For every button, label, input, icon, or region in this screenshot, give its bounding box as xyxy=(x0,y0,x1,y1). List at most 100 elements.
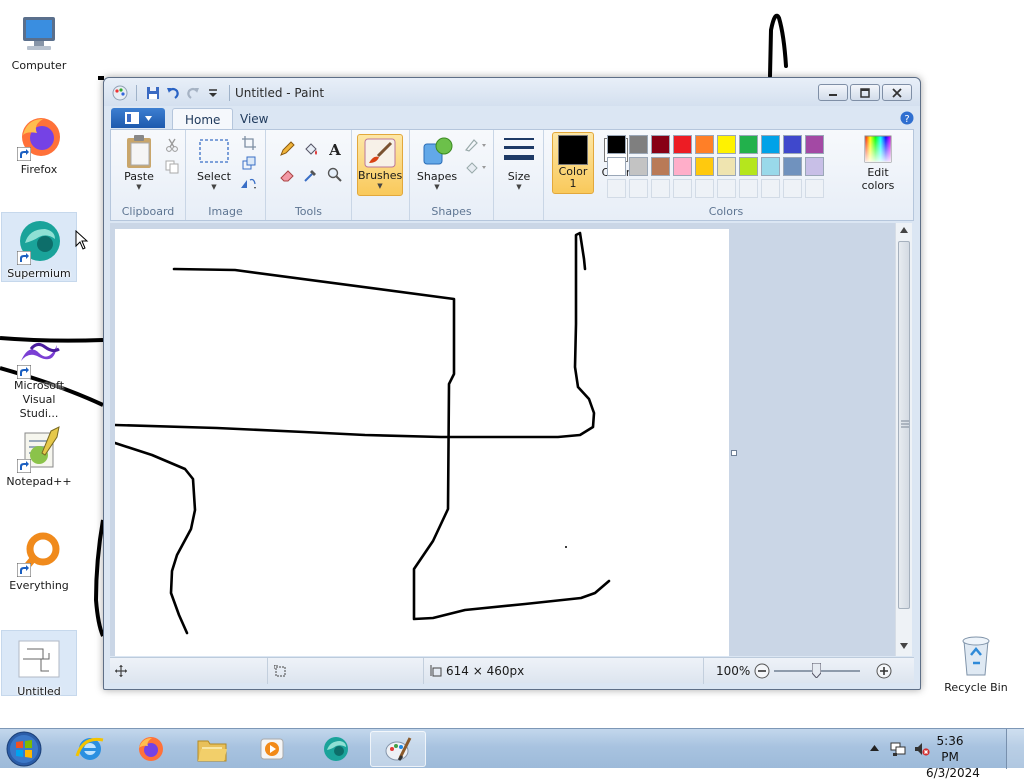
fill-button[interactable] xyxy=(300,138,322,160)
edit-colors-button[interactable]: Edit colors xyxy=(855,134,901,192)
rotate-button[interactable] xyxy=(238,172,260,194)
brushes-button[interactable]: Brushes ▼ xyxy=(357,134,403,196)
show-desktop-button[interactable] xyxy=(1006,729,1024,769)
desktop-icon-notepad-plus-plus[interactable]: Notepad++ xyxy=(1,420,77,490)
cut-button[interactable] xyxy=(161,134,183,156)
size-button[interactable]: Size ▼ xyxy=(500,134,538,191)
save-icon[interactable] xyxy=(145,85,161,101)
tab-home[interactable]: Home xyxy=(172,108,234,130)
palette-empty-slot[interactable] xyxy=(717,179,736,198)
paste-button[interactable]: Paste ▼ xyxy=(119,134,159,191)
scrollbar-thumb[interactable] xyxy=(898,241,910,609)
palette-swatch[interactable] xyxy=(805,157,824,176)
zoom-out-icon[interactable] xyxy=(754,663,770,679)
resize-button[interactable] xyxy=(238,152,260,174)
palette-empty-slot[interactable] xyxy=(673,179,692,198)
palette-swatch[interactable] xyxy=(783,135,802,154)
fill-shape-icon xyxy=(466,162,486,174)
status-zoom: 100% xyxy=(704,658,914,684)
palette-swatch[interactable] xyxy=(717,157,736,176)
desktop-icon-visual-studio[interactable]: Microsoft Visual Studi... xyxy=(1,326,77,422)
canvas-resize-handle[interactable] xyxy=(731,450,737,456)
palette-swatch[interactable] xyxy=(651,135,670,154)
grip-icon xyxy=(901,420,909,428)
taskbar-paint[interactable] xyxy=(370,731,426,767)
palette-swatch[interactable] xyxy=(607,135,626,154)
pencil-button[interactable] xyxy=(276,138,298,160)
zoom-slider-thumb[interactable] xyxy=(812,663,821,678)
fill-shape-button[interactable] xyxy=(462,156,490,178)
palette-empty-slot[interactable] xyxy=(629,179,648,198)
palette-empty-slot[interactable] xyxy=(805,179,824,198)
taskbar-media-player[interactable] xyxy=(244,731,300,767)
palette-swatch[interactable] xyxy=(695,157,714,176)
taskbar-clock[interactable]: 5:36 PM 6/3/2024 xyxy=(926,733,980,781)
color1-swatch xyxy=(558,135,588,165)
palette-empty-slot[interactable] xyxy=(695,179,714,198)
color-picker-button[interactable] xyxy=(300,164,322,186)
taskbar-file-explorer[interactable] xyxy=(184,731,240,767)
desktop-icon-supermium[interactable]: Supermium xyxy=(1,212,77,282)
windows-start-icon xyxy=(6,731,42,767)
palette-swatch[interactable] xyxy=(739,157,758,176)
palette-swatch[interactable] xyxy=(761,135,780,154)
desktop-icon-everything[interactable]: Everything xyxy=(1,524,77,594)
palette-swatch[interactable] xyxy=(783,157,802,176)
shapes-button[interactable]: Shapes ▼ xyxy=(416,134,458,191)
undo-icon[interactable] xyxy=(165,85,181,101)
taskbar-internet-explorer[interactable] xyxy=(62,731,118,767)
palette-empty-slot[interactable] xyxy=(651,179,670,198)
text-button[interactable]: A xyxy=(324,138,346,160)
palette-swatch[interactable] xyxy=(629,135,648,154)
maximize-button[interactable] xyxy=(850,84,880,101)
desktop-icon-label: Computer xyxy=(11,59,67,72)
palette-empty-slot[interactable] xyxy=(761,179,780,198)
title-bar[interactable]: Untitled - Paint xyxy=(104,78,920,106)
palette-swatch[interactable] xyxy=(761,157,780,176)
palette-empty-slot[interactable] xyxy=(739,179,758,198)
status-selection-size xyxy=(268,658,424,684)
customize-toolbar-icon[interactable] xyxy=(205,85,221,101)
help-icon[interactable]: ? xyxy=(900,111,914,125)
palette-empty-slot[interactable] xyxy=(783,179,802,198)
palette-swatch[interactable] xyxy=(629,157,648,176)
crop-button[interactable] xyxy=(238,132,260,154)
eraser-button[interactable] xyxy=(276,164,298,186)
copy-button[interactable] xyxy=(161,156,183,178)
close-button[interactable] xyxy=(882,84,912,101)
paint-window[interactable]: Untitled - Paint Home View ? Paste ▼ Cli… xyxy=(103,77,921,690)
taskbar-supermium[interactable] xyxy=(308,731,364,767)
color1-button[interactable]: Color 1 xyxy=(552,132,594,194)
outline-button[interactable] xyxy=(462,134,490,156)
desktop-icon-untitled[interactable]: Untitled xyxy=(1,630,77,698)
palette-swatch[interactable] xyxy=(607,157,626,176)
palette-swatch[interactable] xyxy=(739,135,758,154)
redo-icon[interactable] xyxy=(185,85,201,101)
select-button[interactable]: Select ▼ xyxy=(194,134,234,191)
zoom-in-icon[interactable] xyxy=(876,663,892,679)
desktop-icon-recycle-bin[interactable]: Recycle Bin xyxy=(938,626,1014,696)
drawing-canvas[interactable] xyxy=(115,229,729,656)
paint-menu-button[interactable] xyxy=(111,108,165,128)
scroll-down-icon[interactable] xyxy=(900,643,908,649)
palette-swatch[interactable] xyxy=(673,157,692,176)
palette-empty-slot[interactable] xyxy=(607,179,626,198)
shortcut-arrow-icon xyxy=(17,147,31,161)
network-icon[interactable] xyxy=(890,741,906,757)
clipboard-icon xyxy=(127,135,151,168)
start-button[interactable] xyxy=(4,729,44,769)
tab-view[interactable]: View xyxy=(228,108,280,130)
palette-swatch[interactable] xyxy=(673,135,692,154)
scroll-up-icon[interactable] xyxy=(900,227,908,233)
desktop-icon-computer[interactable]: Computer xyxy=(1,4,77,74)
palette-swatch[interactable] xyxy=(695,135,714,154)
minimize-button[interactable] xyxy=(818,84,848,101)
palette-swatch[interactable] xyxy=(717,135,736,154)
show-hidden-icons-icon[interactable] xyxy=(870,745,879,751)
magnifier-button[interactable] xyxy=(324,164,346,186)
desktop-icon-firefox[interactable]: Firefox xyxy=(1,108,77,178)
taskbar-firefox[interactable] xyxy=(122,731,178,767)
vertical-scrollbar[interactable] xyxy=(895,223,912,656)
palette-swatch[interactable] xyxy=(805,135,824,154)
palette-swatch[interactable] xyxy=(651,157,670,176)
